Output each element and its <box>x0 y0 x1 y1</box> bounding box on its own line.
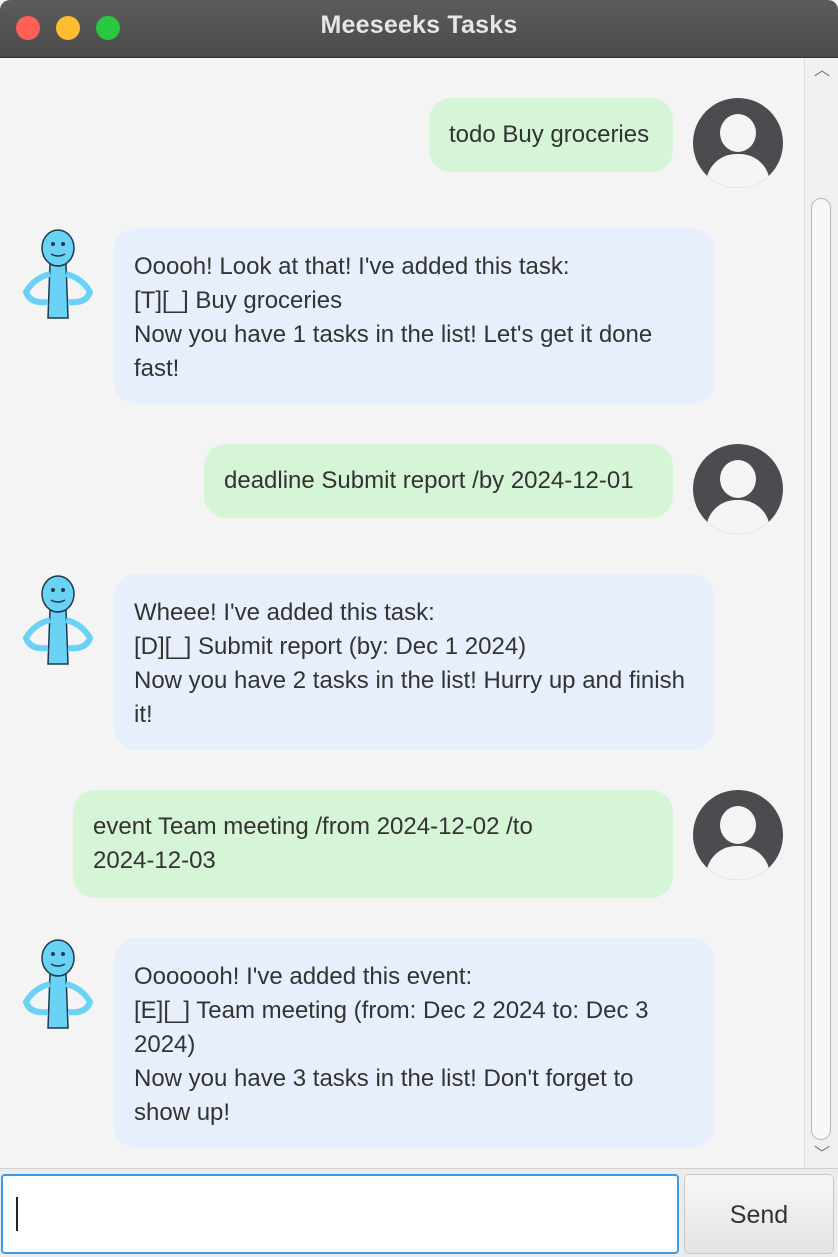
chat-area[interactable]: todo Buy groceries Ooooh! Look at that! … <box>0 58 804 1168</box>
vertical-scrollbar[interactable]: ︿ ﹀ <box>804 58 838 1168</box>
chevron-down-icon[interactable]: ﹀ <box>813 1146 831 1164</box>
text-caret <box>16 1197 18 1231</box>
bot-message-bubble: Ooooooh! I've added this event: [E][_] T… <box>114 938 714 1148</box>
meeseeks-avatar-icon <box>22 229 94 319</box>
input-bar: Send <box>0 1168 838 1257</box>
scrollbar-thumb[interactable] <box>811 198 831 1140</box>
user-avatar-icon <box>693 444 783 534</box>
user-message-bubble: event Team meeting /from 2024-12-02 /to … <box>73 790 673 898</box>
user-message-bubble: deadline Submit report /by 2024-12-01 <box>204 444 673 518</box>
message-input[interactable] <box>1 1174 679 1254</box>
chevron-up-icon[interactable]: ︿ <box>813 62 831 80</box>
meeseeks-avatar-icon <box>22 939 94 1029</box>
user-message-bubble: todo Buy groceries <box>429 98 673 172</box>
bot-message-bubble: Wheee! I've added this task: [D][_] Subm… <box>114 574 714 750</box>
bot-message-bubble: Ooooh! Look at that! I've added this tas… <box>114 228 714 404</box>
meeseeks-avatar-icon <box>22 575 94 665</box>
title-bar: Meeseeks Tasks <box>0 0 838 58</box>
user-avatar-icon <box>693 98 783 188</box>
send-button[interactable]: Send <box>684 1174 834 1254</box>
window-title: Meeseeks Tasks <box>320 11 518 39</box>
user-avatar-icon <box>693 790 783 880</box>
